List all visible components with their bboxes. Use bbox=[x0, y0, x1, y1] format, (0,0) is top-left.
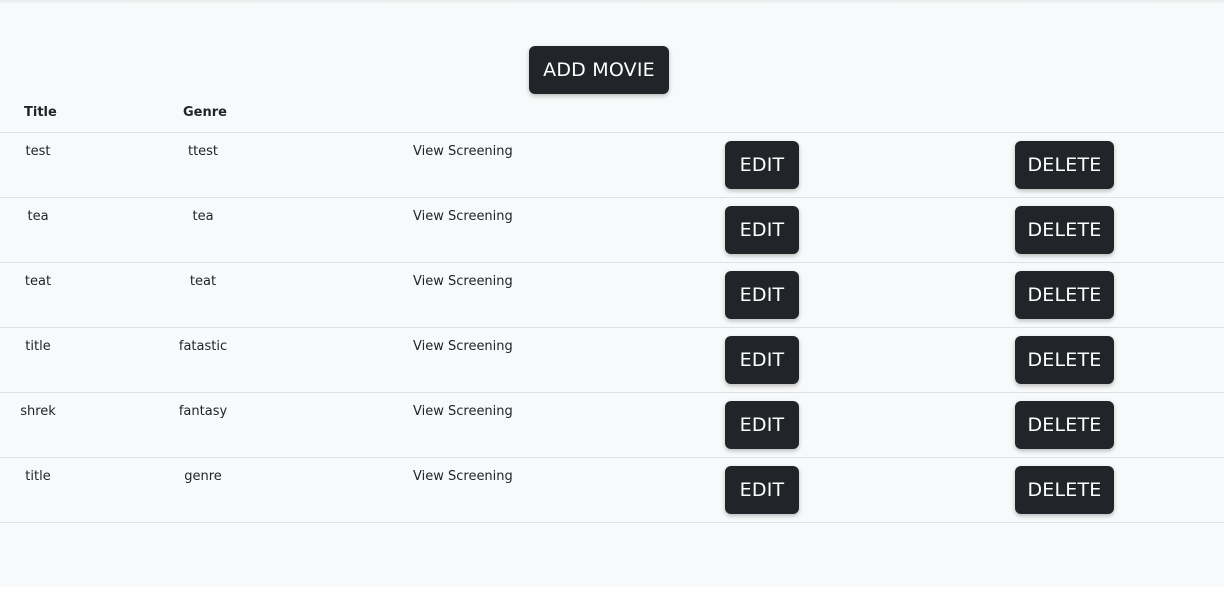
delete-button[interactable]: DELETE bbox=[1015, 141, 1114, 189]
view-screening-link[interactable]: View Screening bbox=[413, 274, 513, 289]
delete-button[interactable]: DELETE bbox=[1015, 271, 1114, 319]
movie-title: teat bbox=[24, 274, 52, 289]
movie-genre: genre bbox=[184, 469, 222, 484]
movie-genre: tea bbox=[192, 209, 214, 224]
delete-button[interactable]: DELETE bbox=[1015, 206, 1114, 254]
delete-button[interactable]: DELETE bbox=[1015, 401, 1114, 449]
edit-button[interactable]: EDIT bbox=[725, 141, 799, 189]
movie-title: tea bbox=[27, 209, 49, 224]
movies-page: ADD MOVIE Title Genre test ttest View Sc… bbox=[0, 0, 1224, 587]
movie-title: title bbox=[25, 339, 51, 354]
table-row: title genre View Screening EDIT DELETE bbox=[0, 457, 1224, 523]
view-screening-link[interactable]: View Screening bbox=[413, 469, 513, 484]
column-header-genre: Genre bbox=[183, 105, 227, 120]
movie-title: test bbox=[25, 144, 51, 159]
edit-button[interactable]: EDIT bbox=[725, 401, 799, 449]
edit-button[interactable]: EDIT bbox=[725, 466, 799, 514]
header-shadow bbox=[0, 0, 1224, 4]
table-bottom-border bbox=[0, 522, 1224, 523]
table-row: teat teat View Screening EDIT DELETE bbox=[0, 262, 1224, 328]
table-row: title fatastic View Screening EDIT DELET… bbox=[0, 327, 1224, 393]
edit-button[interactable]: EDIT bbox=[725, 336, 799, 384]
delete-button[interactable]: DELETE bbox=[1015, 336, 1114, 384]
view-screening-link[interactable]: View Screening bbox=[413, 209, 513, 224]
delete-button[interactable]: DELETE bbox=[1015, 466, 1114, 514]
edit-button[interactable]: EDIT bbox=[725, 206, 799, 254]
add-movie-button[interactable]: ADD MOVIE bbox=[529, 46, 669, 94]
table-row: tea tea View Screening EDIT DELETE bbox=[0, 197, 1224, 263]
view-screening-link[interactable]: View Screening bbox=[413, 144, 513, 159]
column-header-title: Title bbox=[24, 105, 57, 120]
movie-title: title bbox=[25, 469, 51, 484]
movie-genre: fantasy bbox=[178, 404, 228, 419]
view-screening-link[interactable]: View Screening bbox=[413, 404, 513, 419]
table-row: shrek fantasy View Screening EDIT DELETE bbox=[0, 392, 1224, 458]
movie-genre: ttest bbox=[187, 144, 219, 159]
view-screening-link[interactable]: View Screening bbox=[413, 339, 513, 354]
movie-title: shrek bbox=[20, 404, 56, 419]
movie-genre: fatastic bbox=[178, 339, 228, 354]
table-row: test ttest View Screening EDIT DELETE bbox=[0, 132, 1224, 198]
movie-genre: teat bbox=[189, 274, 217, 289]
edit-button[interactable]: EDIT bbox=[725, 271, 799, 319]
